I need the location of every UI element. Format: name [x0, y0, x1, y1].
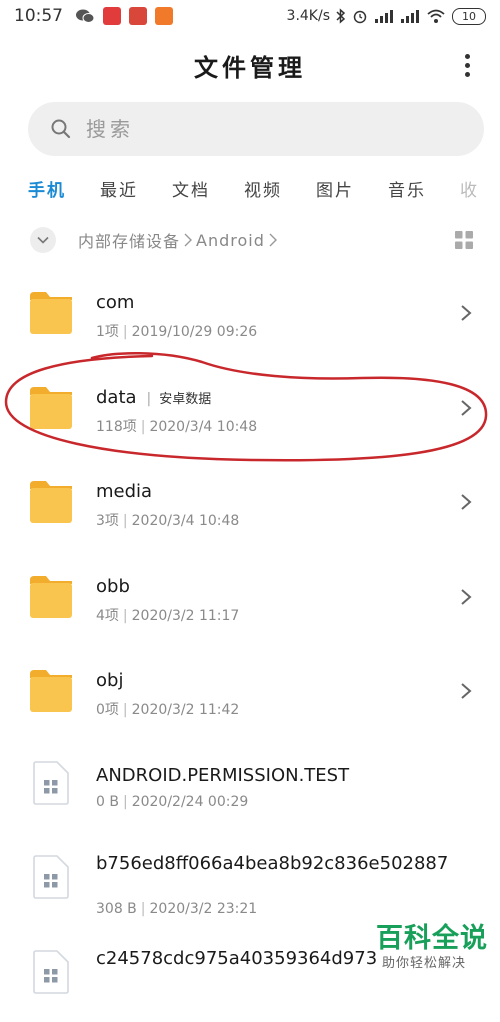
alarm-icon: [352, 8, 368, 24]
chevron-right-icon: [460, 588, 472, 606]
file-list: com 1项|2019/10/29 09:26 data|安卓数据 118项|2…: [0, 266, 500, 1022]
item-name: data|安卓数据: [96, 387, 211, 408]
item-meta: 308 B|2020/3/2 23:21: [96, 901, 257, 917]
breadcrumb-item-internal-storage[interactable]: 内部存储设备: [78, 228, 180, 252]
watermark-logo: 百科全说 助你轻松解决: [376, 916, 500, 976]
breadcrumb-separator-icon: [268, 232, 278, 248]
chevron-down-icon: [37, 236, 49, 244]
tab-favorites[interactable]: 收: [460, 176, 479, 201]
item-meta: 0项|2020/3/2 11:42: [96, 699, 239, 719]
signal-icon-2: [400, 8, 420, 24]
status-left: 10:57: [14, 6, 173, 26]
breadcrumb-item-android[interactable]: Android: [196, 231, 265, 250]
grid-view-icon[interactable]: [454, 230, 474, 250]
file-icon: [33, 761, 69, 805]
collapse-button[interactable]: [30, 227, 56, 253]
status-time: 10:57: [14, 6, 63, 26]
category-tabs: 手机 最近 文档 视频 图片 音乐 收: [28, 172, 500, 204]
list-item[interactable]: b756ed8ff066a4bea8b92c836e502887 308 B|2…: [0, 833, 500, 928]
list-item[interactable]: obb 4项|2020/3/2 11:17: [0, 550, 500, 645]
tab-documents[interactable]: 文档: [172, 176, 210, 201]
item-meta: 4项|2020/3/2 11:17: [96, 605, 239, 625]
signal-icon: [374, 8, 394, 24]
more-options-icon[interactable]: [464, 54, 470, 78]
watermark-subtitle: 助你轻松解决: [382, 952, 466, 971]
breadcrumb: 内部存储设备 Android: [30, 226, 470, 254]
network-speed: 3.4K/s: [287, 8, 330, 24]
status-right: 3.4K/s 10: [287, 8, 486, 25]
item-name: com: [96, 292, 134, 313]
item-meta: 118项|2020/3/4 10:48: [96, 416, 257, 436]
item-name: ANDROID.PERMISSION.TEST: [96, 765, 349, 786]
folder-icon: [30, 576, 72, 618]
tab-phone[interactable]: 手机: [28, 176, 66, 201]
tab-music[interactable]: 音乐: [388, 176, 426, 201]
list-item[interactable]: com 1项|2019/10/29 09:26: [0, 266, 500, 361]
app-notification-icon-3: [155, 7, 173, 25]
tab-videos[interactable]: 视频: [244, 176, 282, 201]
page-title: 文件管理: [0, 48, 500, 83]
status-bar: 10:57 3.4K/s 10: [0, 0, 500, 32]
item-meta: 3项|2020/3/4 10:48: [96, 510, 239, 530]
breadcrumb-separator-icon: [183, 232, 193, 248]
bluetooth-icon: [336, 8, 346, 24]
search-bar[interactable]: [28, 102, 484, 156]
item-tag: 安卓数据: [159, 392, 211, 407]
file-icon: [33, 855, 69, 899]
battery-indicator: 10: [452, 8, 486, 25]
item-name: b756ed8ff066a4bea8b92c836e502887: [96, 853, 456, 875]
tab-recent[interactable]: 最近: [100, 176, 138, 201]
item-meta: 0 B|2020/2/24 00:29: [96, 794, 248, 810]
tab-images[interactable]: 图片: [316, 176, 354, 201]
search-icon: [50, 118, 72, 140]
search-input[interactable]: [84, 116, 448, 142]
wifi-icon: [426, 8, 446, 24]
folder-icon: [30, 670, 72, 712]
list-item[interactable]: ANDROID.PERMISSION.TEST 0 B|2020/2/24 00…: [0, 739, 500, 834]
folder-icon: [30, 387, 72, 429]
app-notification-icon: [103, 7, 121, 25]
list-item[interactable]: obj 0项|2020/3/2 11:42: [0, 644, 500, 739]
chevron-right-icon: [460, 493, 472, 511]
watermark-title: 百科全说: [376, 916, 488, 955]
app-notification-icon-2: [129, 7, 147, 25]
item-meta: 1项|2019/10/29 09:26: [96, 321, 257, 341]
item-name: media: [96, 481, 152, 502]
chevron-right-icon: [460, 399, 472, 417]
file-icon: [33, 950, 69, 994]
item-name: obb: [96, 576, 130, 597]
item-name: obj: [96, 670, 123, 691]
folder-icon: [30, 481, 72, 523]
chevron-right-icon: [460, 304, 472, 322]
wechat-icon: [75, 8, 95, 24]
list-item[interactable]: media 3项|2020/3/4 10:48: [0, 455, 500, 550]
list-item[interactable]: data|安卓数据 118项|2020/3/4 10:48: [0, 361, 500, 456]
folder-icon: [30, 292, 72, 334]
chevron-right-icon: [460, 682, 472, 700]
